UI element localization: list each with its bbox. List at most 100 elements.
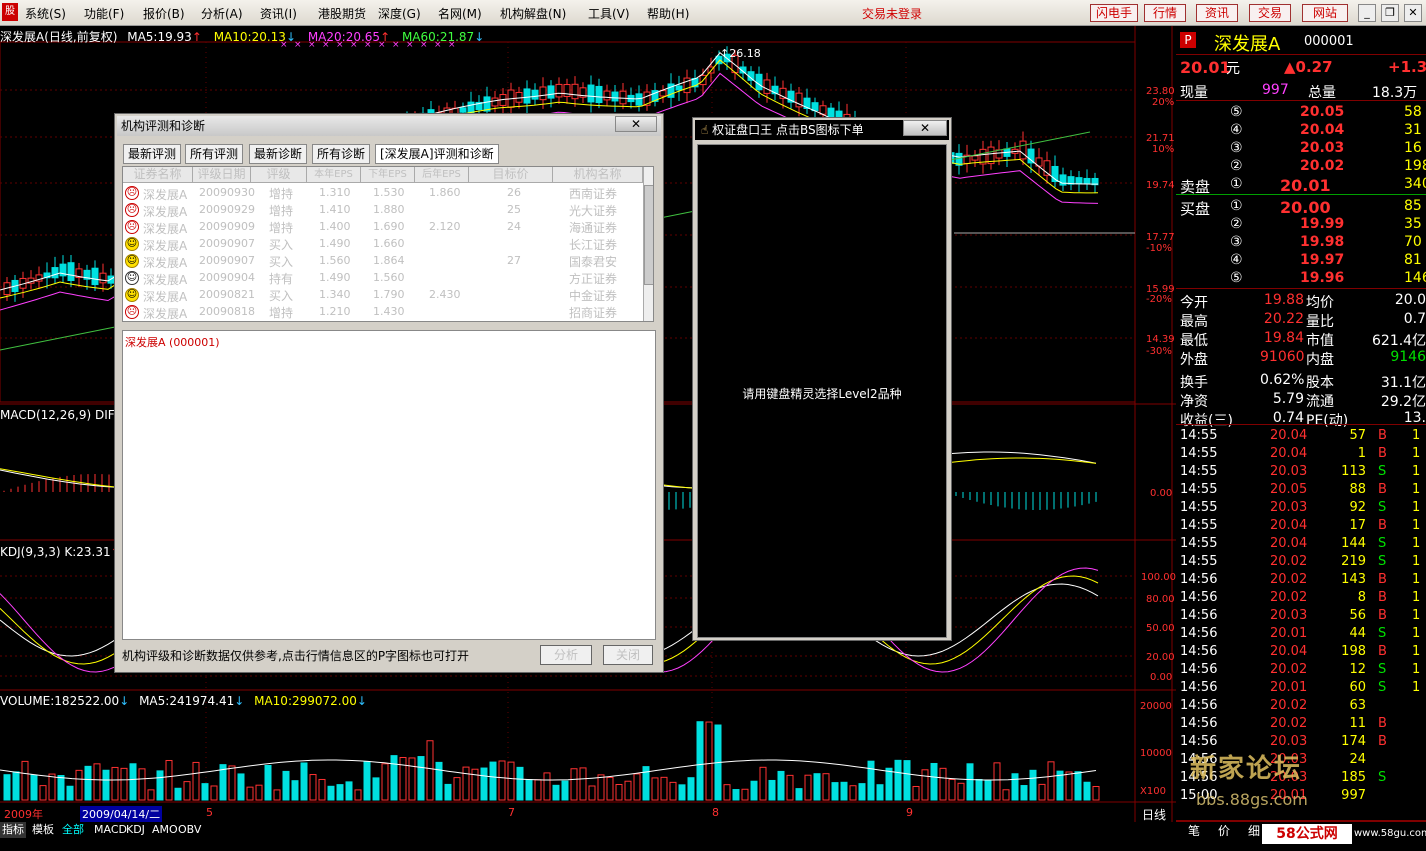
menu-depth[interactable]: 深度(G): [378, 5, 421, 22]
website-button[interactable]: 网站: [1302, 4, 1348, 22]
warrant-dialog: ☝ 权证盘口王 点击BS图标下单 ✕ 请用键盘精灵选择Level2品种: [692, 117, 952, 641]
stat-row: 今开 19.88 均价 20.0: [1180, 292, 1426, 311]
close-icon[interactable]: ✕: [1404, 4, 1422, 22]
table-scrollbar[interactable]: [643, 167, 653, 321]
volume-bar: [912, 785, 920, 801]
table-row[interactable]: ☺ 深发展A 20090907 买入 1.490 1.660 长江证券: [123, 235, 643, 253]
menu-famous[interactable]: 名网(M): [438, 5, 482, 22]
volume-bar: [1065, 771, 1073, 801]
rating-table[interactable]: 证券名称 评级日期 评级 本年EPS 下年EPS 后年EPS 目标价 机构名称 …: [122, 166, 654, 322]
flash-trade-button[interactable]: 闪电手: [1090, 4, 1138, 22]
menu-help[interactable]: 帮助(H): [647, 5, 689, 22]
login-status[interactable]: 交易未登录: [862, 5, 922, 22]
ask-level-row[interactable]: ③ 20.03 16: [1176, 140, 1426, 158]
tab-indicator[interactable]: 指标: [0, 822, 26, 838]
tick-row: 14:56 20.01 44 S 1: [1180, 626, 1421, 641]
volume-bar: [651, 777, 659, 801]
tab-all-rating[interactable]: 所有评测: [185, 144, 244, 164]
p-flag-icon[interactable]: P: [1180, 32, 1196, 48]
tab-all[interactable]: 全部: [60, 822, 86, 838]
ask-level-row[interactable]: ⑤ 20.05 58: [1176, 104, 1426, 122]
rating-dialog-titlebar[interactable]: 机构评测和诊断: [117, 116, 661, 136]
tab-template[interactable]: 模板: [30, 822, 56, 838]
volume-bar: [453, 777, 461, 801]
volume-bar: [948, 779, 956, 801]
bid-level-row[interactable]: ② 19.99 35: [1176, 216, 1426, 234]
warrant-close-icon[interactable]: ✕: [903, 120, 947, 136]
volume-bar: [984, 779, 992, 801]
volume-bar: [597, 774, 605, 801]
volume-bar: [192, 761, 200, 801]
news-button[interactable]: 资讯: [1196, 4, 1238, 22]
volume-bar: [1074, 771, 1082, 801]
tab-trades[interactable]: 笔: [1188, 822, 1200, 839]
stat-row: 净资 5.79 流通 29.2亿: [1180, 391, 1426, 410]
volume-bar: [318, 778, 326, 801]
menu-quote[interactable]: 报价(B): [143, 5, 185, 22]
restore-icon[interactable]: ❐: [1381, 4, 1399, 22]
bid-level-icon: ⑤: [1230, 270, 1243, 286]
minimize-icon[interactable]: _: [1358, 4, 1376, 22]
table-row[interactable]: ☺ 深发展A 20090821 买入 1.340 1.790 2.430 中金证…: [123, 286, 643, 304]
volume-bar: [957, 782, 965, 801]
bid-level-row[interactable]: ⑤ 19.96 146: [1176, 270, 1426, 288]
menu-system[interactable]: 系统(S): [25, 5, 66, 22]
quote-button[interactable]: 行情: [1144, 4, 1186, 22]
table-row[interactable]: ☹ 深发展A 20090930 增持 1.310 1.530 1.860 26 …: [123, 184, 643, 202]
volume-bar: [687, 777, 695, 801]
volume-bar: [768, 779, 776, 801]
close-button[interactable]: 关闭: [603, 645, 653, 665]
tab-price[interactable]: 价: [1218, 822, 1230, 839]
quote-panel: P 深发展A 000001 20.01 元 ▲0.27 +1.3 现量 997 …: [1176, 28, 1426, 822]
menu-function[interactable]: 功能(F): [84, 5, 124, 22]
menu-institution[interactable]: 机构解盘(N): [500, 5, 566, 22]
col-eps3: 后年EPS: [415, 167, 469, 183]
candle-body: [1027, 148, 1035, 164]
bid-level-row[interactable]: ④ 19.97 81: [1176, 252, 1426, 270]
tick-row: 14:56 20.02 143 B 1: [1180, 572, 1421, 587]
table-row[interactable]: ☹ 深发展A 20090909 增持 1.400 1.690 2.120 24 …: [123, 218, 643, 236]
table-row[interactable]: ☺ 深发展A 20090904 持有 1.490 1.560 方正证券: [123, 269, 643, 287]
trade-button[interactable]: 交易: [1249, 4, 1291, 22]
bid-level-row[interactable]: ① 20.00 85: [1176, 198, 1426, 217]
table-row[interactable]: ☹ 深发展A 20090818 增持 1.210 1.430 招商证券: [123, 303, 643, 321]
ask-level-row[interactable]: ④ 20.04 31: [1176, 122, 1426, 140]
menu-analysis[interactable]: 分析(A): [201, 5, 243, 22]
menu-hk-futures[interactable]: 港股期货: [318, 5, 366, 22]
analyze-button[interactable]: 分析: [540, 645, 592, 665]
ask-level-row[interactable]: ① 20.01 340: [1176, 176, 1426, 195]
tab-obv[interactable]: OBV: [176, 822, 203, 838]
tab-kdj[interactable]: KDJ: [124, 822, 147, 838]
table-row[interactable]: ☺ 深发展A 20090907 买入 1.560 1.864 27 国泰君安: [123, 252, 643, 270]
stat-row: 外盘 91060 内盘 9146: [1180, 349, 1426, 368]
menu-tools[interactable]: 工具(V): [588, 5, 630, 22]
detail-pane: 深发展A (000001): [122, 330, 656, 640]
table-row[interactable]: ☹ 深发展A 20090929 增持 1.410 1.880 25 光大证券: [123, 201, 643, 219]
tab-all-diagnosis[interactable]: 所有诊断: [312, 144, 371, 164]
volume-bar: [660, 776, 668, 801]
tab-latest-diagnosis[interactable]: 最新诊断: [249, 144, 308, 164]
tab-stock-rating[interactable]: [深发展A]评测和诊断: [375, 144, 499, 164]
tab-latest-rating[interactable]: 最新评测: [123, 144, 182, 164]
candle-body: [555, 83, 563, 98]
dialog-close-icon[interactable]: ✕: [615, 116, 657, 132]
tab-detail[interactable]: 细: [1248, 822, 1260, 839]
stat-row: 最低 19.84 市值 621.4亿: [1180, 330, 1426, 349]
bid-level-icon: ②: [1230, 216, 1243, 232]
period-label[interactable]: 日线: [1142, 806, 1166, 823]
candle-body: [563, 84, 571, 97]
stock-code: 000001: [1304, 34, 1354, 49]
volume-bar: [975, 778, 983, 801]
watermark-url: bbs.88gs.com: [1196, 790, 1308, 809]
stat-row: 收益(三) 0.74 PE(动) 13.: [1180, 410, 1426, 429]
ask-level-icon: ④: [1230, 122, 1243, 138]
candle-body: [571, 83, 579, 100]
menu-info[interactable]: 资讯(I): [260, 5, 297, 22]
candle-body: [659, 90, 667, 97]
bid-level-row[interactable]: ③ 19.98 70: [1176, 234, 1426, 252]
ask-level-row[interactable]: ② 20.02 198: [1176, 158, 1426, 176]
volume-bar: [498, 760, 506, 801]
volume-bar: [75, 769, 83, 801]
volume-bar: [228, 765, 236, 801]
volume-bar: [183, 781, 191, 801]
